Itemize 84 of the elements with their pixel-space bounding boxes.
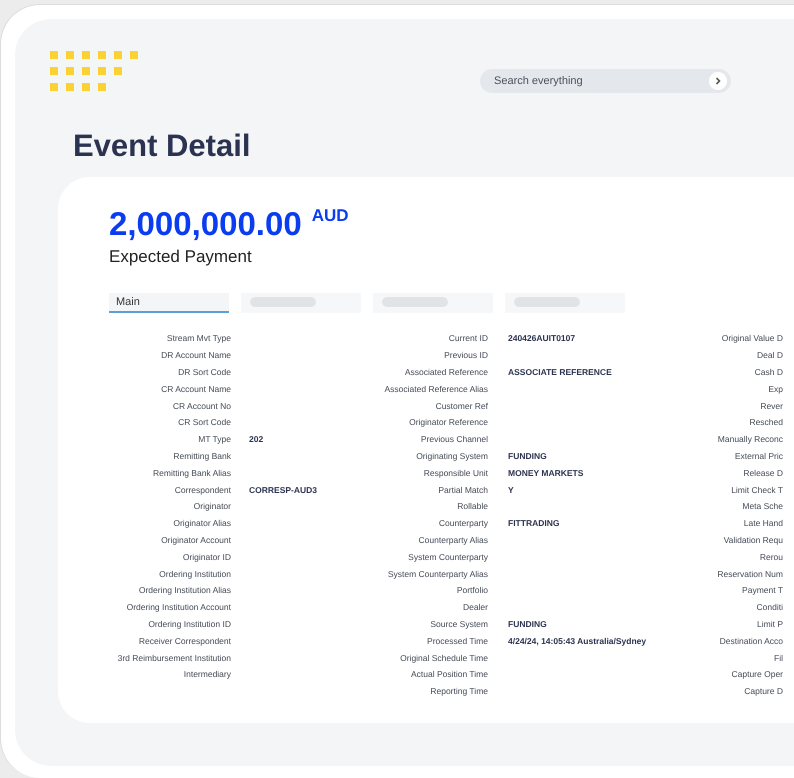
field-label: Previous ID (443, 350, 488, 360)
field-label: Stream Mvt Type (166, 333, 231, 344)
field-label: Original Schedule Time (399, 652, 488, 663)
field-label: Fil (773, 652, 783, 663)
field-value: FUNDING (508, 618, 547, 629)
field-label: Exp (767, 384, 783, 394)
field-label: Intermediary (182, 669, 231, 680)
field-label: Originator Alias (172, 518, 231, 528)
field-label: Dealer (462, 602, 488, 612)
field-label: System Counterparty Alias (386, 568, 488, 579)
field-label: Validation Requ (722, 534, 783, 545)
field-label: Reservation Num (716, 568, 783, 579)
field-label: Previous Channel (420, 434, 488, 444)
field-label: Release D (742, 468, 783, 478)
field-value: Y (508, 484, 514, 495)
amount-caption: Expected Payment (109, 247, 252, 267)
field-value: 4/24/24, 14:05:43 Australia/Sydney (508, 636, 646, 646)
field-label: Customer Ref (434, 400, 488, 411)
field-label: Originating System (415, 450, 488, 461)
field-label: External Pric (734, 450, 783, 461)
field-label: Late Hand (742, 518, 783, 528)
field-label: Rever (759, 400, 783, 411)
page-title: Event Detail (73, 127, 252, 165)
field-value: 202 (249, 434, 264, 444)
field-value: FUNDING (508, 450, 547, 461)
field-label: Associated Reference Alias (384, 384, 488, 394)
field-label: Associated Reference (404, 366, 488, 377)
tab[interactable] (505, 293, 625, 313)
field-label: CR Sort Code (177, 417, 231, 428)
field-label: Current ID (448, 333, 488, 344)
field-value: ASSOCIATE REFERENCE (508, 366, 612, 377)
field-label: Ordering Institution (158, 568, 231, 579)
field-label: Processed Time (426, 636, 488, 646)
field-label: CR Account No (172, 400, 231, 411)
tab[interactable] (373, 293, 493, 313)
field-label: MT Type (197, 434, 231, 444)
field-label: Remitting Bank (172, 450, 231, 461)
field-label: Reporting Time (429, 686, 488, 696)
field-value: FITTRADING (508, 518, 560, 528)
field-label: Conditi (756, 602, 783, 612)
field-label: Capture Oper (730, 669, 783, 680)
search-field[interactable]: Search everything (480, 69, 731, 93)
field-label: CR Account Name (160, 384, 231, 394)
field-label: Originator Reference (408, 417, 488, 428)
field-label: Ordering Institution ID (147, 618, 231, 629)
field-label: Correspondent (174, 484, 231, 495)
field-label: Portfolio (456, 585, 488, 596)
field-label: Rerou (758, 552, 783, 562)
field-label: 3rd Reimbursement Institution (116, 652, 231, 663)
field-label: Responsible Unit (422, 468, 488, 478)
field-value: MONEY MARKETS (508, 468, 584, 478)
field-label: Payment T (741, 585, 783, 596)
field-label: Ordering Institution Alias (138, 585, 231, 596)
field-label: Source System (429, 618, 488, 629)
amount-value: 2,000,000.00 (109, 205, 302, 243)
field-label: Receiver Correspondent (138, 636, 231, 646)
field-label: System Counterparty (407, 552, 488, 562)
field-label: Resched (748, 417, 783, 428)
tab[interactable]: Main (109, 293, 229, 313)
field-label: Originator (192, 501, 231, 512)
field-label: Capture D (743, 686, 783, 696)
field-label: Counterparty Alias (418, 534, 488, 545)
field-label: Meta Sche (741, 501, 783, 512)
field-label: Deal D (756, 350, 783, 360)
field-label: Actual Position Time (410, 669, 488, 680)
field-value: CORRESP-AUD3 (249, 484, 318, 495)
field-label: Rollable (456, 501, 488, 512)
field-label: Counterparty (438, 518, 488, 528)
field-label: Limit P (756, 618, 783, 629)
currency-code: AUD (312, 205, 349, 227)
field-label: Originator ID (182, 552, 231, 562)
field-label: Remitting Bank Alias (152, 468, 231, 478)
tab[interactable] (241, 293, 361, 313)
field-label: Destination Acco (718, 636, 783, 646)
field-label: Partial Match (437, 484, 488, 495)
field-label: DR Account Name (160, 350, 231, 360)
field-value: 240426AUIT0107 (508, 333, 576, 344)
field-label: Originator Account (160, 534, 231, 545)
field-label: Original Value D (720, 333, 783, 344)
field-label: Cash D (754, 366, 783, 377)
field-label: DR Sort Code (177, 366, 231, 377)
field-label: Ordering Institution Account (126, 602, 231, 612)
field-label: Manually Reconc (716, 434, 783, 444)
field-label: Limit Check T (730, 484, 783, 495)
